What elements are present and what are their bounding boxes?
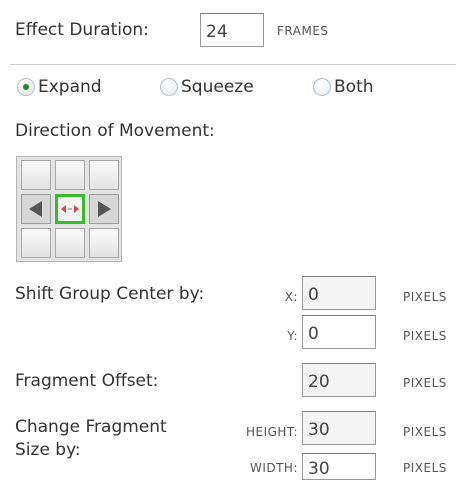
arrow-left-icon <box>29 201 42 217</box>
effect-duration-unit: FRAMES <box>277 24 329 38</box>
change-fragment-size-label-line1: Change Fragment <box>15 417 167 437</box>
shift-x-input[interactable] <box>302 276 376 310</box>
width-unit: PIXELS <box>403 461 447 475</box>
radio-unchecked-icon <box>160 78 178 96</box>
width-label: WIDTH: <box>249 461 298 475</box>
section-divider <box>10 64 456 65</box>
direction-up-button[interactable] <box>55 160 85 190</box>
direction-label: Direction of Movement: <box>15 121 215 141</box>
squeeze-radio[interactable]: Squeeze <box>160 77 254 97</box>
direction-left-button[interactable] <box>21 194 51 224</box>
height-input[interactable] <box>302 411 376 445</box>
direction-down-right-button[interactable] <box>89 228 119 258</box>
effect-duration-label: Effect Duration: <box>15 20 149 40</box>
radio-unchecked-icon <box>313 78 331 96</box>
fragment-offset-label: Fragment Offset: <box>15 371 159 391</box>
squeeze-radio-label: Squeeze <box>181 77 254 97</box>
direction-up-right-button[interactable] <box>89 160 119 190</box>
direction-up-left-button[interactable] <box>21 160 51 190</box>
both-radio-label: Both <box>334 77 374 97</box>
height-label: HEIGHT: <box>245 425 298 439</box>
fragment-offset-unit: PIXELS <box>403 376 447 390</box>
direction-down-left-button[interactable] <box>21 228 51 258</box>
expand-radio[interactable]: Expand <box>17 77 102 97</box>
shift-y-label: Y: <box>287 329 298 343</box>
direction-right-button[interactable] <box>89 194 119 224</box>
height-unit: PIXELS <box>403 425 447 439</box>
shift-y-input[interactable] <box>302 315 376 349</box>
shift-y-unit: PIXELS <box>403 329 447 343</box>
expand-radio-label: Expand <box>38 77 102 97</box>
arrow-right-icon <box>98 201 111 217</box>
direction-down-button[interactable] <box>55 228 85 258</box>
direction-center-button[interactable] <box>55 194 85 224</box>
change-fragment-size-label-line2: Size by: <box>15 440 81 460</box>
shift-x-unit: PIXELS <box>403 290 447 304</box>
fragment-offset-input[interactable] <box>302 363 376 397</box>
expand-arrows-icon <box>61 205 79 213</box>
direction-grid <box>16 156 122 262</box>
radio-checked-icon <box>17 78 35 96</box>
effect-duration-input[interactable] <box>200 13 264 47</box>
width-input[interactable] <box>302 453 376 480</box>
shift-x-label: X: <box>284 290 298 304</box>
shift-group-center-label: Shift Group Center by: <box>15 284 205 304</box>
both-radio[interactable]: Both <box>313 77 374 97</box>
